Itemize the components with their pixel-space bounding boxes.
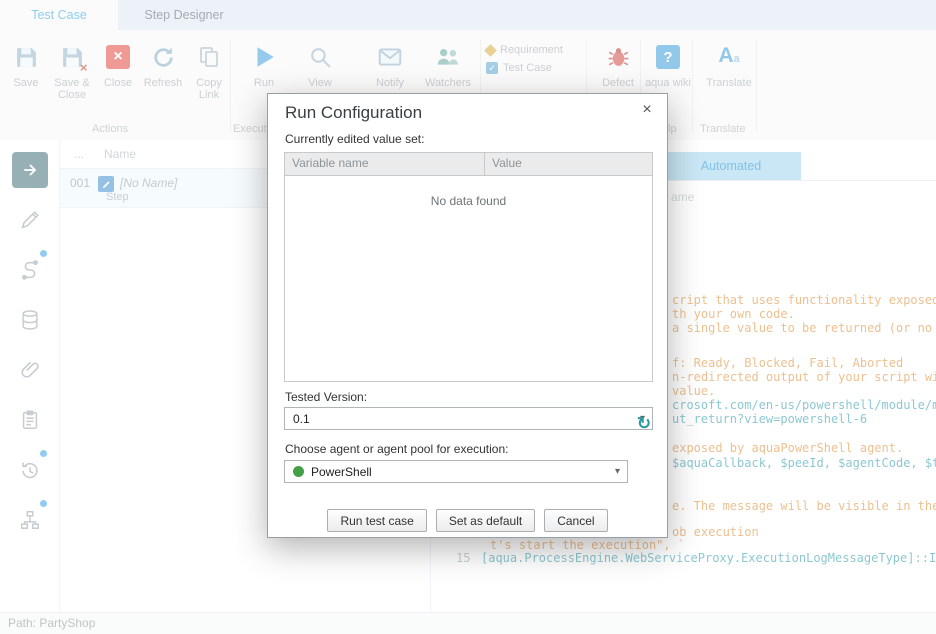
- agent-refresh-button[interactable]: ↻: [634, 414, 654, 434]
- tested-version-value: 0.1: [293, 412, 310, 426]
- agent-status-dot: [293, 466, 304, 477]
- run-test-case-button[interactable]: Run test case: [327, 509, 426, 532]
- no-data-message: No data found: [285, 194, 652, 208]
- value-set-grid-header: Variable name Value: [285, 153, 652, 176]
- value-set-label: Currently edited value set:: [285, 132, 424, 146]
- value-set-grid: Variable name Value No data found: [284, 152, 653, 382]
- dialog-title: Run Configuration: [285, 103, 422, 123]
- agent-dropdown[interactable]: PowerShell ▾: [284, 460, 628, 483]
- value-column-header[interactable]: Value: [485, 153, 652, 175]
- agent-label: Choose agent or agent pool for execution…: [285, 442, 509, 456]
- app-window: Test Case Step Designer Save × Save & Cl…: [0, 0, 936, 634]
- dialog-button-row: Run test case Set as default Cancel: [268, 509, 667, 532]
- variable-name-column-header[interactable]: Variable name: [285, 153, 485, 175]
- agent-value: PowerShell: [311, 465, 372, 479]
- dialog-close-button[interactable]: ×: [637, 100, 657, 120]
- set-as-default-button[interactable]: Set as default: [436, 509, 535, 532]
- tested-version-dropdown[interactable]: 0.1 ▾: [284, 407, 653, 430]
- cancel-button[interactable]: Cancel: [544, 509, 607, 532]
- value-set-grid-body: No data found: [285, 194, 652, 208]
- run-configuration-dialog: Run Configuration × Currently edited val…: [267, 93, 668, 538]
- tested-version-label: Tested Version:: [285, 390, 367, 404]
- chevron-down-icon: ▾: [615, 466, 620, 477]
